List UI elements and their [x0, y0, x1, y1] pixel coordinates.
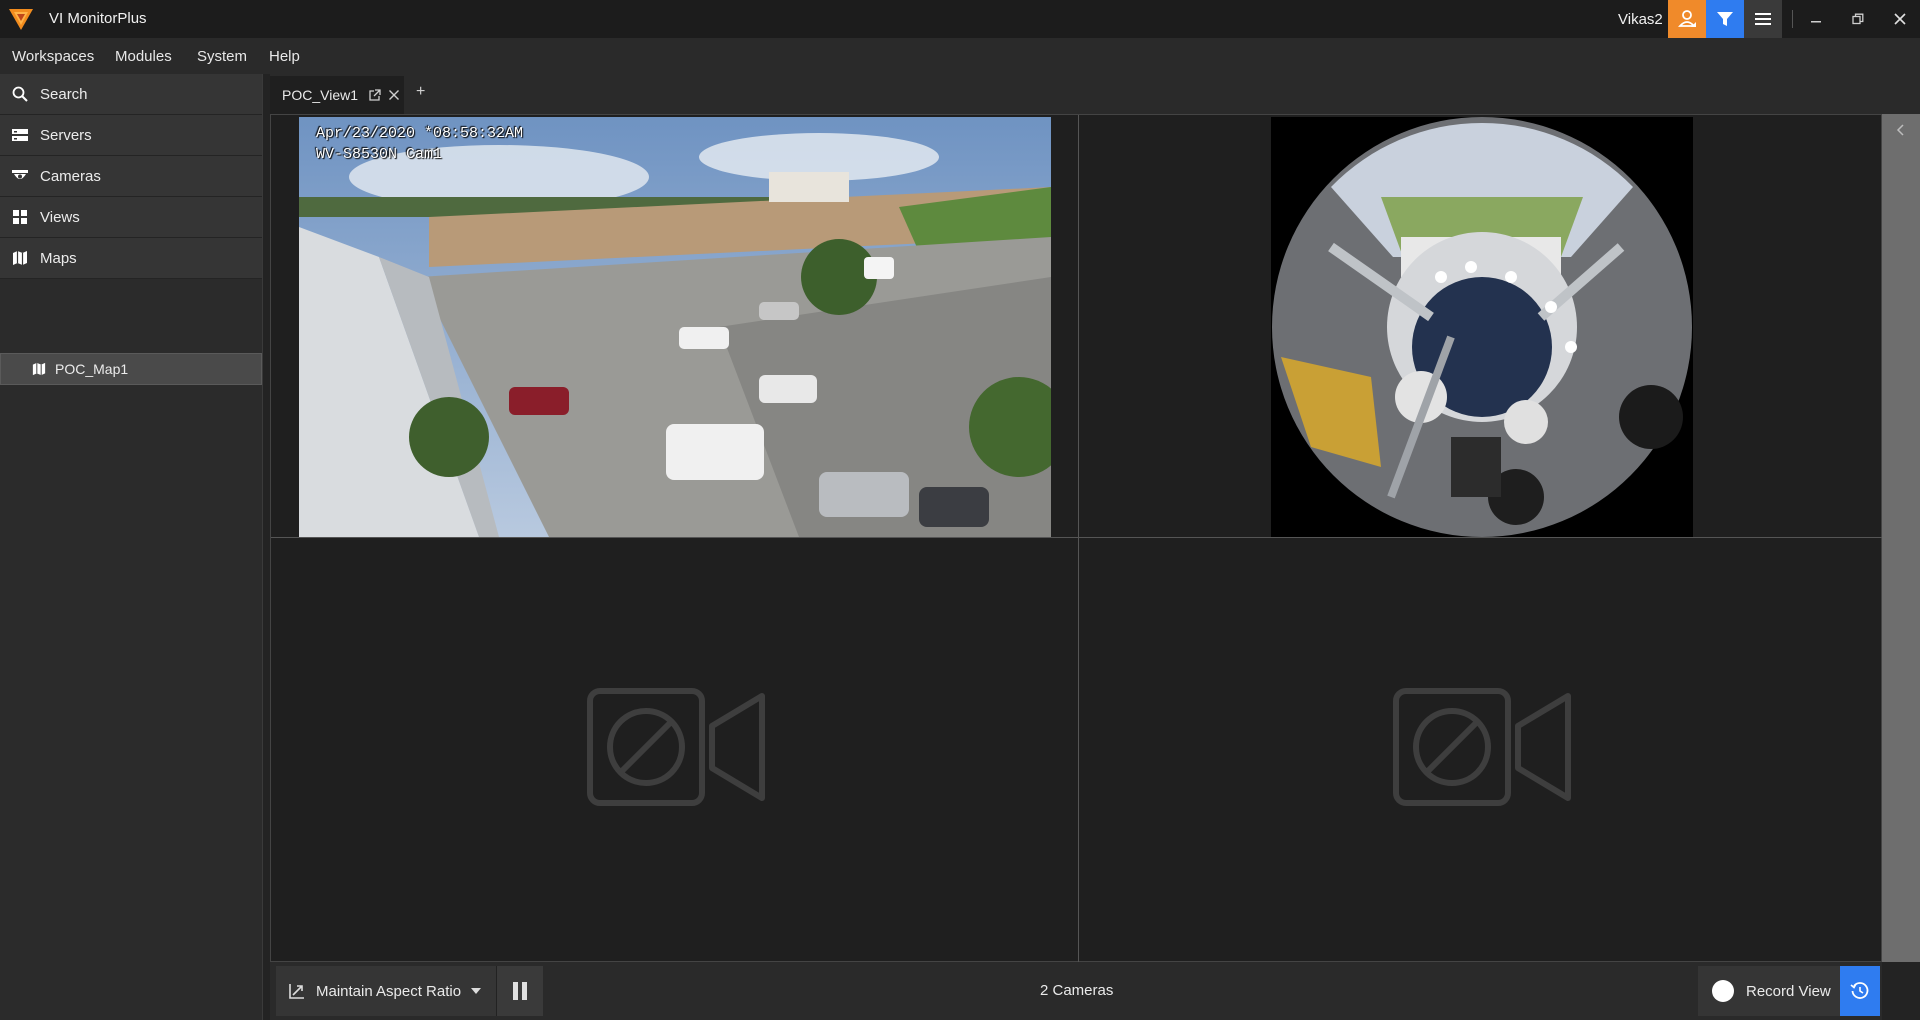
parking-lot-video-frame — [299, 117, 1051, 537]
filter-button[interactable] — [1706, 0, 1744, 38]
menu-bar: Workspaces Modules System Help — [0, 38, 1920, 74]
no-camera-icon — [1393, 688, 1571, 806]
osd-timestamp: Apr/23/2020 *08:58:32AM — [316, 125, 524, 142]
caret-down-icon — [471, 988, 482, 994]
sidebar-subitem-poc-map1[interactable]: POC_Map1 — [0, 353, 262, 385]
camera-feed-fisheye[interactable] — [1271, 117, 1693, 537]
tab-poc-view1[interactable]: POC_View1 — [270, 76, 404, 114]
minimize-icon — [1811, 21, 1821, 23]
history-icon — [1850, 982, 1869, 999]
camera-count: 2 Cameras — [1040, 982, 1114, 999]
menu-help[interactable]: Help — [269, 48, 300, 65]
record-view-label: Record View — [1746, 982, 1831, 1000]
camera-view-grid: Apr/23/2020 *08:58:32AM WV-S8530N Cam1 — [270, 114, 1883, 963]
osd-camera-name: WV-S8530N Cam1 — [316, 146, 443, 163]
app-title: VI MonitorPlus — [49, 10, 147, 27]
sidebar-item-search[interactable]: Search — [0, 74, 262, 115]
minimize-button[interactable] — [1796, 0, 1836, 38]
app-logo-icon — [9, 9, 33, 30]
close-icon — [1894, 13, 1906, 25]
user-name[interactable]: Vikas2 — [1618, 11, 1663, 28]
title-bar: VI MonitorPlus Vikas2 — [0, 0, 1920, 38]
aspect-ratio-icon — [289, 984, 304, 999]
menu-modules[interactable]: Modules — [115, 48, 172, 65]
sidebar-item-label: Views — [40, 208, 80, 226]
empty-view-cell-3[interactable] — [271, 538, 1078, 963]
server-icon — [0, 128, 40, 142]
fisheye-video-frame — [1271, 117, 1693, 537]
pause-icon — [513, 982, 527, 1000]
record-view-toggle[interactable]: Record View — [1698, 966, 1840, 1016]
hamburger-menu-icon — [1755, 13, 1771, 25]
sidebar-item-label: Cameras — [40, 167, 101, 185]
restore-icon — [1852, 13, 1864, 25]
sidebar-item-maps[interactable]: Maps — [0, 238, 262, 279]
aspect-ratio-dropdown[interactable]: Maintain Aspect Ratio — [276, 966, 496, 1016]
main-menu-button[interactable] — [1744, 0, 1782, 38]
grid-view-icon — [0, 209, 40, 225]
add-tab-button[interactable]: + — [416, 83, 425, 101]
bottom-toolbar: Maintain Aspect Ratio 2 Cameras Record V… — [270, 962, 1882, 1020]
sidebar: Search Servers Cameras Views Maps POC_Ma… — [0, 74, 263, 1020]
menu-workspaces[interactable]: Workspaces — [12, 48, 94, 65]
right-panel-collapse[interactable] — [1882, 114, 1920, 962]
empty-view-cell-4[interactable] — [1079, 538, 1883, 963]
sidebar-item-label: Servers — [40, 126, 92, 144]
close-button[interactable] — [1880, 0, 1920, 38]
view-tab-strip: POC_View1 + — [270, 74, 1920, 114]
titlebar-separator — [1792, 10, 1793, 28]
restore-button[interactable] — [1838, 0, 1878, 38]
sidebar-item-label: Search — [40, 85, 88, 103]
pause-button[interactable] — [496, 966, 543, 1016]
map-icon — [27, 362, 51, 376]
aspect-ratio-label: Maintain Aspect Ratio — [316, 982, 462, 1000]
tab-label: POC_View1 — [282, 87, 359, 103]
user-alert-icon — [1678, 10, 1696, 27]
sidebar-item-servers[interactable]: Servers — [0, 115, 262, 156]
user-alert-button[interactable] — [1668, 0, 1706, 38]
camera-feed-parking-lot[interactable]: Apr/23/2020 *08:58:32AM WV-S8530N Cam1 — [299, 117, 1051, 537]
pop-out-icon[interactable] — [368, 88, 381, 102]
sidebar-item-label: Maps — [40, 249, 77, 267]
map-icon — [0, 250, 40, 266]
chevron-left-icon — [1896, 124, 1904, 136]
no-camera-icon — [587, 688, 765, 806]
search-icon — [0, 86, 40, 102]
dome-camera-icon — [0, 169, 40, 183]
sidebar-item-cameras[interactable]: Cameras — [0, 156, 262, 197]
filter-icon — [1717, 12, 1733, 26]
playback-history-button[interactable] — [1840, 966, 1880, 1016]
sidebar-subitem-label: POC_Map1 — [55, 361, 129, 377]
close-tab-icon[interactable] — [388, 89, 400, 101]
record-toggle-icon — [1712, 980, 1734, 1002]
menu-system[interactable]: System — [197, 48, 247, 65]
sidebar-item-views[interactable]: Views — [0, 197, 262, 238]
